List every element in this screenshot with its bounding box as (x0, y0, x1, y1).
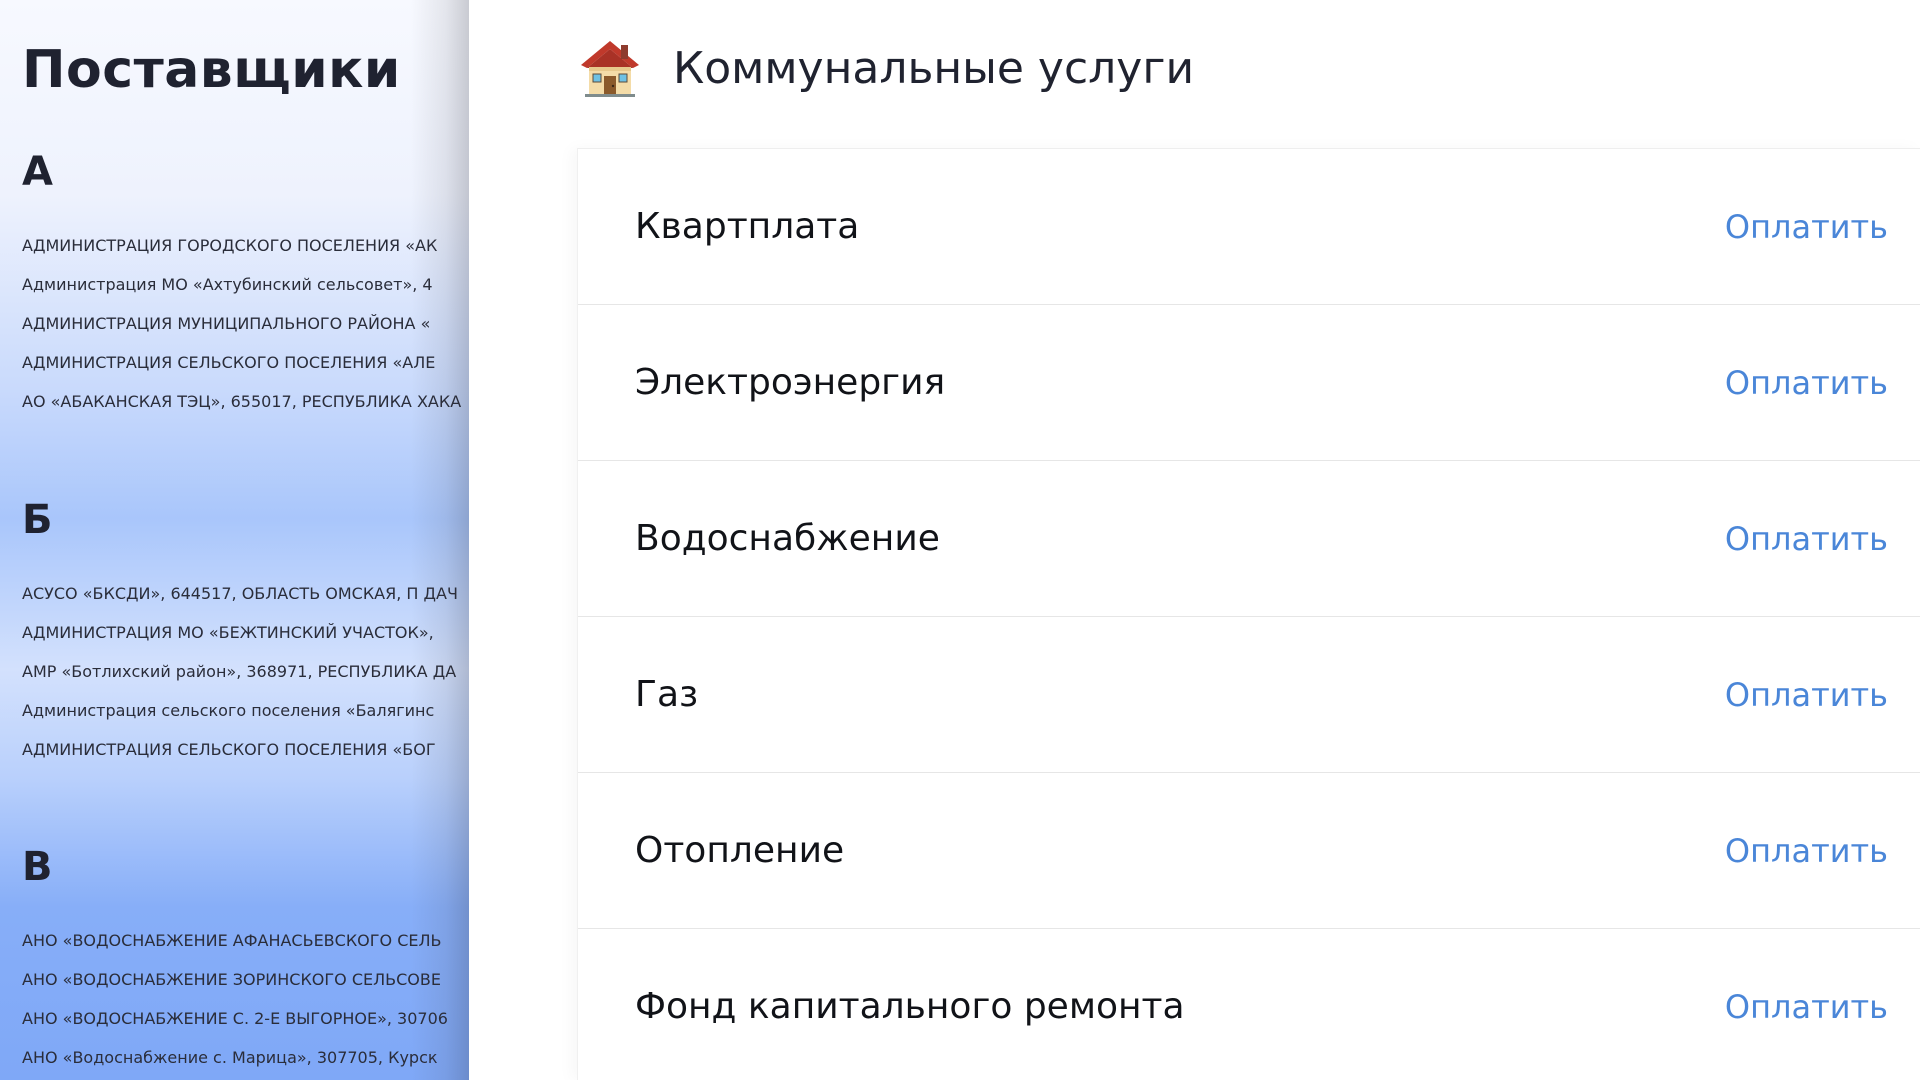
supplier-list: АДМИНИСТРАЦИЯ ГОРОДСКОГО ПОСЕЛЕНИЯ «АК А… (22, 226, 469, 421)
services-title: Коммунальные услуги (673, 42, 1195, 94)
service-row-water[interactable]: Водоснабжение Оплатить (578, 461, 1920, 617)
supplier-item[interactable]: Администрация сельского поселения «Баляг… (22, 691, 469, 730)
group-letter: В (22, 844, 53, 890)
supplier-item[interactable]: АМР «Ботлихский район», 368971, РЕСПУБЛИ… (22, 652, 469, 691)
supplier-item[interactable]: АДМИНИСТРАЦИЯ СЕЛЬСКОГО ПОСЕЛЕНИЯ «БОГ (22, 730, 469, 769)
supplier-item[interactable]: АНО «ВОДОСНАБЖЕНИЕ С. 2-Е ВЫГОРНОЕ», 307… (22, 999, 469, 1038)
supplier-list: АНО «ВОДОСНАБЖЕНИЕ АФАНАСЬЕВСКОГО СЕЛЬ А… (22, 921, 469, 1077)
pay-button[interactable]: Оплатить (1725, 988, 1888, 1026)
supplier-item[interactable]: АДМИНИСТРАЦИЯ МУНИЦИПАЛЬНОГО РАЙОНА « (22, 304, 469, 343)
supplier-item[interactable]: АО «АБАКАНСКАЯ ТЭЦ», 655017, РЕСПУБЛИКА … (22, 382, 469, 421)
house-icon (581, 41, 639, 97)
service-name: Электроэнергия (635, 362, 946, 403)
pay-button[interactable]: Оплатить (1725, 520, 1888, 558)
service-row-electricity[interactable]: Электроэнергия Оплатить (578, 305, 1920, 461)
service-name: Газ (635, 674, 699, 715)
service-name: Отопление (635, 830, 845, 871)
service-row-heating[interactable]: Отопление Оплатить (578, 773, 1920, 929)
service-name: Фонд капитального ремонта (635, 986, 1185, 1027)
supplier-item[interactable]: АНО «ВОДОСНАБЖЕНИЕ ЗОРИНСКОГО СЕЛЬСОВЕ (22, 960, 469, 999)
services-header: Коммунальные услуги (577, 28, 1194, 108)
suppliers-panel: Поставщики А АДМИНИСТРАЦИЯ ГОРОДСКОГО ПО… (0, 0, 469, 1080)
service-row-capital-repair[interactable]: Фонд капитального ремонта Оплатить (578, 929, 1920, 1080)
supplier-item[interactable]: Администрация МО «Ахтубинский сельсовет»… (22, 265, 469, 304)
supplier-item[interactable]: АСУСО «БКСДИ», 644517, ОБЛАСТЬ ОМСКАЯ, П… (22, 574, 469, 613)
pay-button[interactable]: Оплатить (1725, 676, 1888, 714)
supplier-item[interactable]: АДМИНИСТРАЦИЯ ГОРОДСКОГО ПОСЕЛЕНИЯ «АК (22, 226, 469, 265)
supplier-item[interactable]: АДМИНИСТРАЦИЯ СЕЛЬСКОГО ПОСЕЛЕНИЯ «АЛЕ (22, 343, 469, 382)
supplier-group-b: Б АСУСО «БКСДИ», 644517, ОБЛАСТЬ ОМСКАЯ,… (22, 496, 469, 769)
supplier-list: АСУСО «БКСДИ», 644517, ОБЛАСТЬ ОМСКАЯ, П… (22, 574, 469, 769)
service-list: Квартплата Оплатить Электроэнергия Оплат… (578, 149, 1920, 1080)
pay-button[interactable]: Оплатить (1725, 208, 1888, 246)
service-name: Квартплата (635, 206, 860, 247)
pay-button[interactable]: Оплатить (1725, 832, 1888, 870)
app-screen: Поставщики А АДМИНИСТРАЦИЯ ГОРОДСКОГО ПО… (0, 0, 1920, 1080)
service-row-rent[interactable]: Квартплата Оплатить (578, 149, 1920, 305)
services-panel: Коммунальные услуги Квартплата Оплатить … (469, 0, 1920, 1080)
supplier-item[interactable]: АНО «Водоснабжение с. Марица», 307705, К… (22, 1038, 469, 1077)
pay-button[interactable]: Оплатить (1725, 364, 1888, 402)
supplier-item[interactable]: АНО «ВОДОСНАБЖЕНИЕ АФАНАСЬЕВСКОГО СЕЛЬ (22, 921, 469, 960)
supplier-group-v: В АНО «ВОДОСНАБЖЕНИЕ АФАНАСЬЕВСКОГО СЕЛЬ… (22, 843, 469, 1077)
services-card: Квартплата Оплатить Электроэнергия Оплат… (577, 148, 1920, 1080)
supplier-group-a: А АДМИНИСТРАЦИЯ ГОРОДСКОГО ПОСЕЛЕНИЯ «АК… (22, 148, 469, 421)
service-name: Водоснабжение (635, 518, 940, 559)
supplier-item[interactable]: АДМИНИСТРАЦИЯ МО «БЕЖТИНСКИЙ УЧАСТОК», (22, 613, 469, 652)
service-row-gas[interactable]: Газ Оплатить (578, 617, 1920, 773)
group-letter: Б (22, 497, 53, 543)
suppliers-title: Поставщики (22, 40, 401, 100)
group-letter: А (22, 149, 53, 195)
